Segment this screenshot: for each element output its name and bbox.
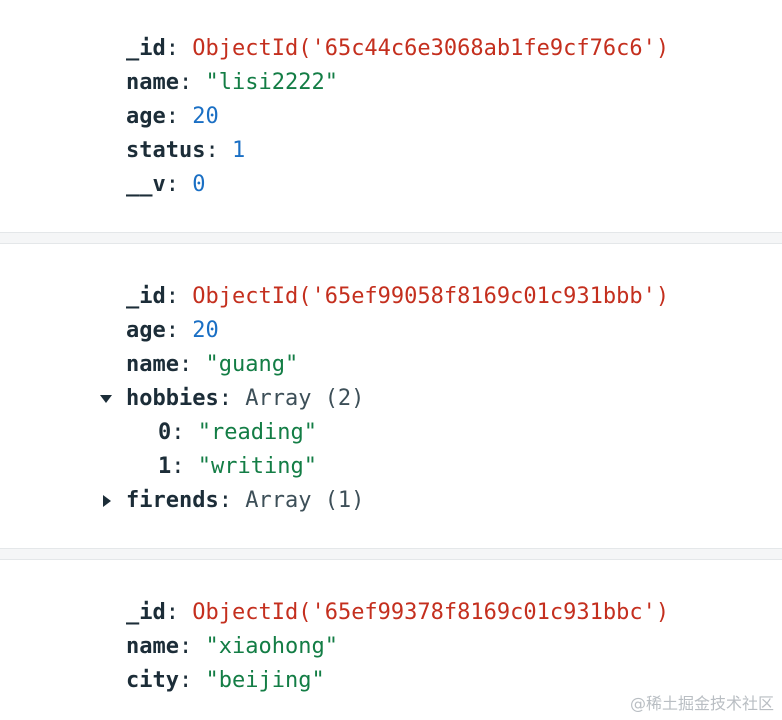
field-key: city (126, 668, 179, 693)
field-row: age: 20 (126, 100, 219, 134)
field-key: age (126, 318, 166, 343)
field-row: status: 1 (126, 134, 245, 168)
field-row: _id: ObjectId('65ef99058f8169c01c931bbb'… (126, 280, 669, 314)
field-colon: : (165, 104, 179, 129)
document-separator (0, 232, 782, 244)
field-value-string: "beijing" (205, 668, 325, 693)
field-key: _id (126, 284, 166, 309)
field-value-number: 1 (231, 138, 246, 163)
document-card[interactable]: _id: ObjectId('65c44c6e3068ab1fe9cf76c6'… (0, 0, 782, 232)
field-colon: : (218, 488, 232, 513)
field-value-string: "guang" (205, 352, 299, 377)
field-colon: : (165, 318, 179, 343)
field-value-string: "reading" (197, 420, 317, 445)
field-row: name: "guang" (126, 348, 298, 382)
field-value-number: 20 (192, 318, 219, 343)
field-row: city: "beijing" (126, 664, 325, 698)
field-row: age: 20 (126, 314, 219, 348)
field-colon: : (165, 284, 179, 309)
field-colon: : (165, 600, 179, 625)
field-colon: : (205, 138, 219, 163)
field-colon: : (178, 668, 193, 693)
field-key: _id (126, 600, 166, 625)
array-index: 0 (158, 420, 172, 445)
field-row-hobbies[interactable]: hobbies: Array (2) (126, 382, 364, 416)
field-value-number: 20 (192, 104, 219, 129)
field-key: hobbies (126, 386, 219, 411)
field-value-array: Array (1) (245, 488, 365, 513)
field-value-array: Array (2) (245, 386, 365, 411)
array-index: 1 (158, 454, 172, 479)
document-separator (0, 548, 782, 560)
field-value-objectid: ObjectId('65c44c6e3068ab1fe9cf76c6') (192, 36, 670, 61)
field-value-string: "xiaohong" (205, 634, 338, 659)
field-row: name: "lisi2222" (126, 66, 338, 100)
field-colon: : (178, 70, 193, 95)
field-colon: : (165, 172, 179, 197)
field-colon: : (218, 386, 232, 411)
field-key: __v (126, 172, 166, 197)
field-value-number: 0 (192, 172, 206, 197)
field-row: _id: ObjectId('65ef99378f8169c01c931bbc'… (126, 596, 669, 630)
field-value-objectid: ObjectId('65ef99378f8169c01c931bbc') (192, 600, 670, 625)
caret-right-icon[interactable] (103, 495, 111, 507)
field-key: name (126, 634, 179, 659)
field-colon: : (178, 634, 193, 659)
watermark: @稀土掘金技术社区 (629, 694, 774, 713)
field-colon: : (165, 36, 179, 61)
field-key: status (126, 138, 206, 163)
field-value-string: "lisi2222" (205, 70, 338, 95)
field-colon: : (178, 352, 193, 377)
field-key: age (126, 104, 166, 129)
field-row-firends[interactable]: firends: Array (1) (126, 484, 364, 518)
field-key: name (126, 352, 179, 377)
field-colon: : (171, 420, 185, 445)
field-key: firends (126, 488, 219, 513)
field-row: _id: ObjectId('65c44c6e3068ab1fe9cf76c6'… (126, 32, 669, 66)
field-value-string: "writing" (197, 454, 317, 479)
array-item-row: 1: "writing" (158, 450, 317, 484)
caret-down-icon[interactable] (100, 395, 112, 403)
field-row: name: "xiaohong" (126, 630, 338, 664)
array-item-row: 0: "reading" (158, 416, 317, 450)
document-card[interactable]: _id: ObjectId('65ef99058f8169c01c931bbb'… (0, 244, 782, 548)
field-key: name (126, 70, 179, 95)
field-key: _id (126, 36, 166, 61)
field-value-objectid: ObjectId('65ef99058f8169c01c931bbb') (192, 284, 670, 309)
field-colon: : (171, 454, 185, 479)
field-row: __v: 0 (126, 168, 206, 202)
